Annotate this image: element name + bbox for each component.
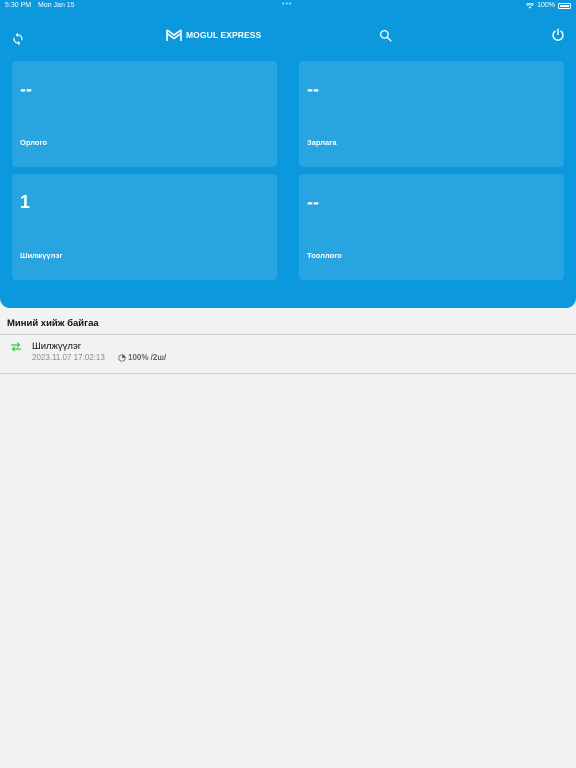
app-logo: MOGUL EXPRESS: [166, 27, 261, 43]
card-value: --: [20, 79, 32, 99]
card-label: Тооллого: [307, 251, 342, 260]
pie-progress-icon: [118, 353, 126, 362]
task-progress: 100% /2ш/: [118, 353, 166, 362]
card-income[interactable]: -- Орлого: [12, 61, 277, 167]
card-expense[interactable]: -- Зарлага: [299, 61, 564, 167]
header-panel: 5:30 PM Mon Jan 15 ••• 100% MOGUL EXPRES…: [0, 0, 576, 308]
sync-button[interactable]: [8, 29, 28, 49]
card-value: --: [307, 79, 319, 99]
card-transfer[interactable]: 1 Шилжүүлэг: [12, 174, 277, 280]
wifi-icon: [526, 3, 535, 9]
logout-button[interactable]: [548, 25, 568, 45]
logo-mark-icon: [166, 28, 182, 41]
task-datetime: 2023.11.07 17:02:13: [32, 353, 105, 362]
task-progress-text: 100% /2ш/: [128, 353, 167, 362]
status-right: 100%: [526, 0, 571, 12]
logo-text: MOGUL EXPRESS: [186, 30, 262, 40]
battery-percent: 100%: [537, 2, 555, 9]
sync-icon: [13, 32, 23, 46]
task-item[interactable]: Шилжүүлэг 2023.11.07 17:02:13 100% /2ш/: [0, 335, 576, 373]
divider: [0, 373, 576, 374]
transfer-arrows-icon: [10, 342, 22, 352]
search-icon: [379, 29, 392, 42]
card-label: Орлого: [20, 138, 48, 147]
card-value: 1: [20, 192, 31, 212]
search-button[interactable]: [375, 25, 395, 45]
task-title: Шилжүүлэг: [32, 341, 82, 352]
card-inventory[interactable]: -- Тооллого: [299, 174, 564, 280]
card-value: --: [307, 192, 319, 212]
card-label: Зарлага: [307, 138, 337, 147]
status-time: 5:30 PM: [5, 2, 32, 9]
power-icon: [552, 28, 564, 41]
card-label: Шилжүүлэг: [20, 251, 63, 260]
status-date: Mon Jan 15: [38, 2, 75, 9]
battery-icon: [558, 3, 571, 9]
section-title: Миний хийж байгаа: [7, 318, 99, 329]
multitask-dots-icon: •••: [282, 1, 293, 8]
status-bar: 5:30 PM Mon Jan 15 ••• 100%: [0, 0, 576, 12]
